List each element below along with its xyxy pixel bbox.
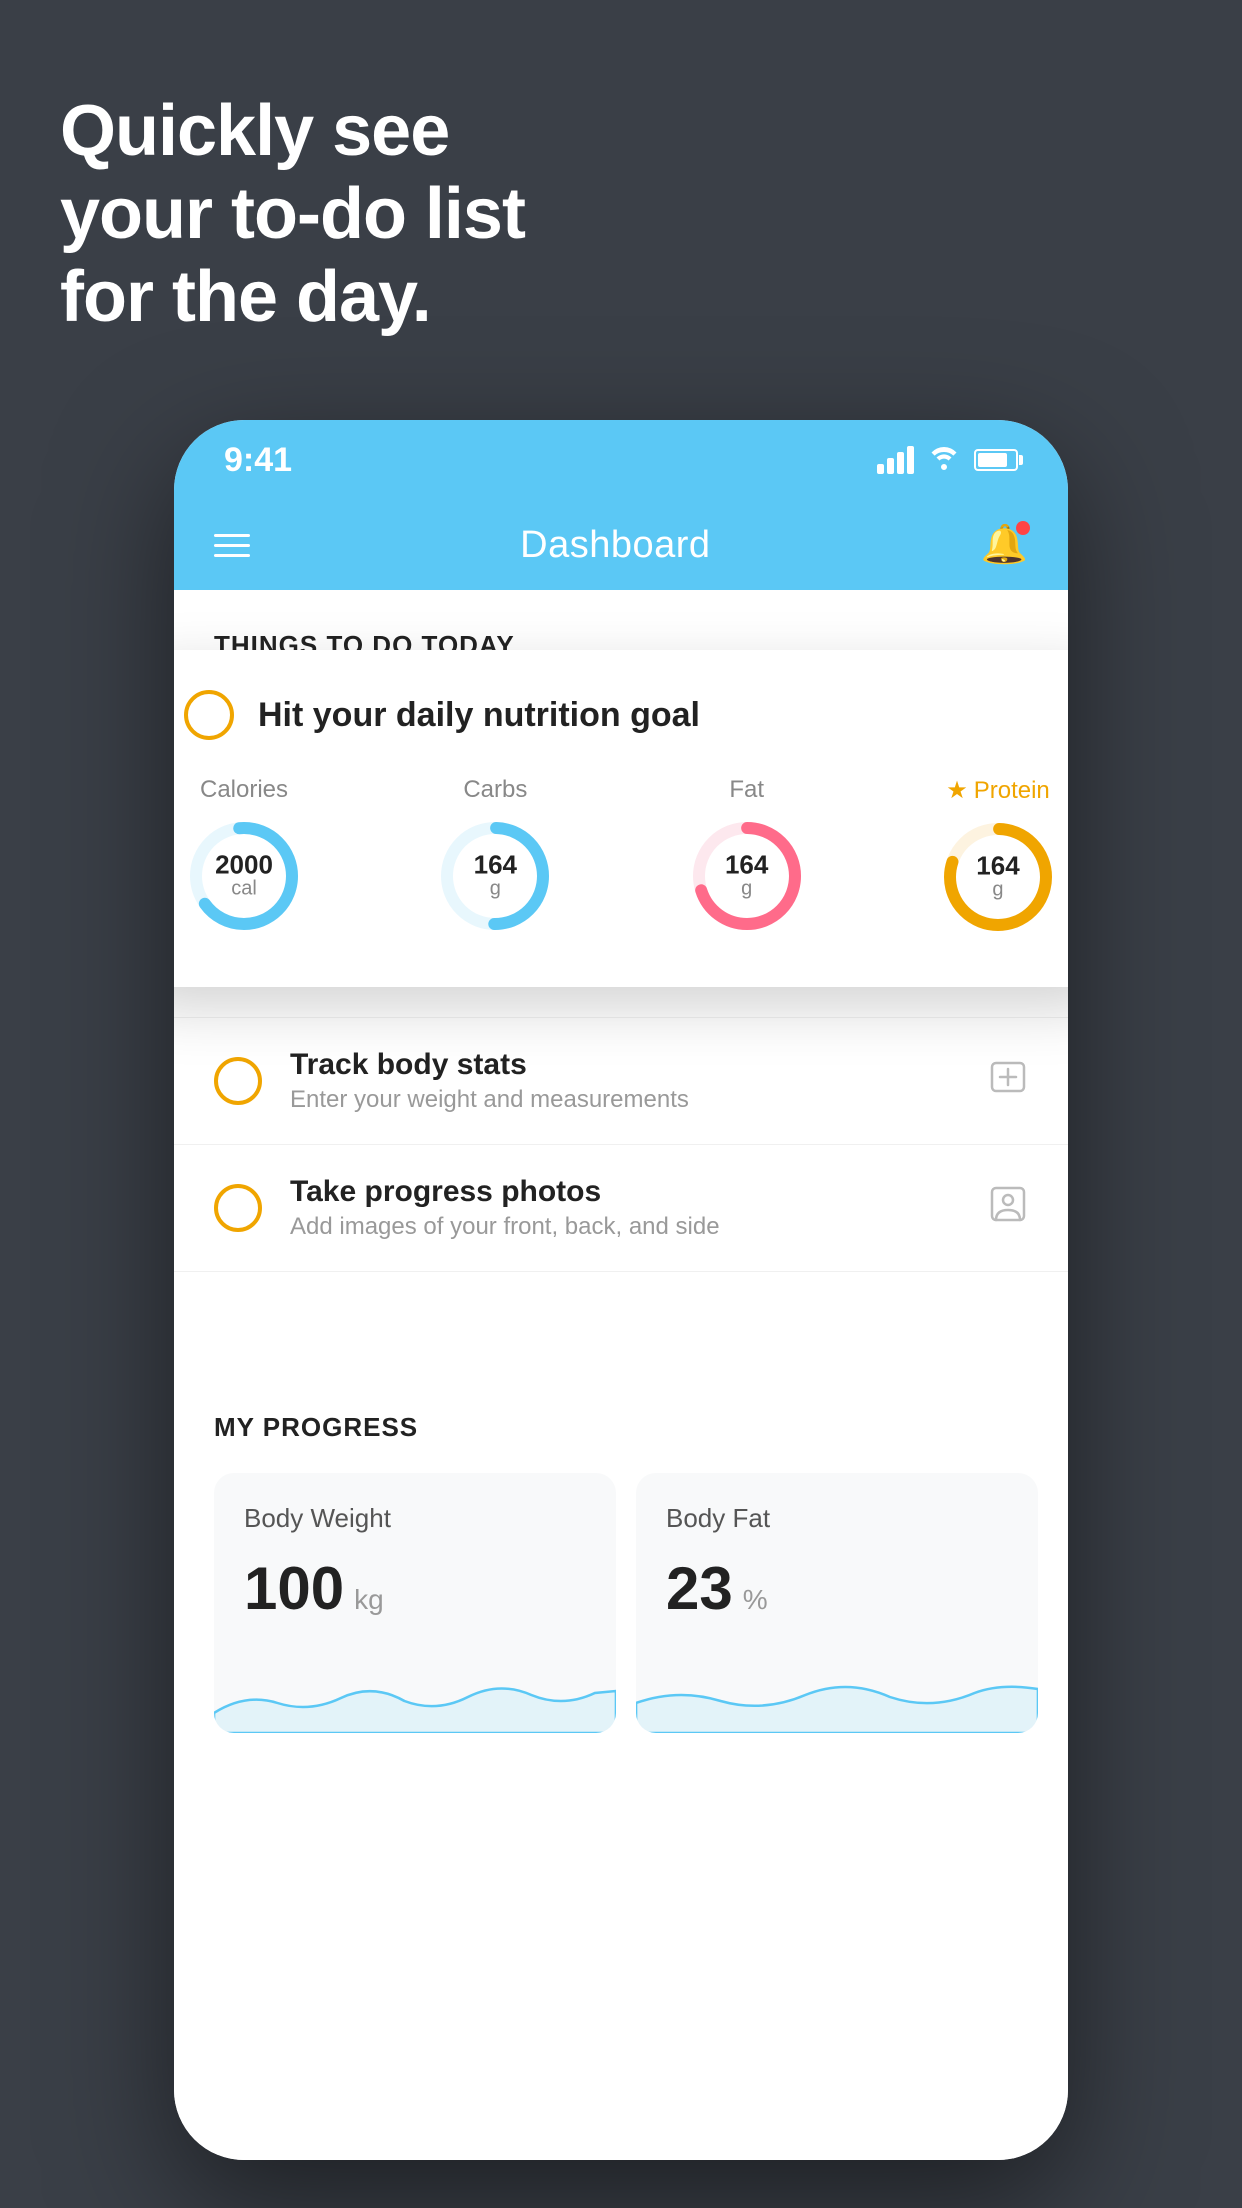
body-stats-title: Track body stats xyxy=(290,1048,960,1082)
nutrition-circles: Calories 2000 cal Carbs xyxy=(184,776,1058,937)
body-fat-value: 23 % xyxy=(666,1554,1008,1623)
photos-check-circle xyxy=(214,1184,262,1232)
nav-bar: Dashboard 🔔 xyxy=(174,500,1068,590)
nutrition-card-title: Hit your daily nutrition goal xyxy=(258,696,700,735)
calories-label: Calories xyxy=(200,776,288,804)
carbs-label: Carbs xyxy=(463,776,527,804)
todo-photos[interactable]: Take progress photos Add images of your … xyxy=(174,1145,1068,1272)
protein-unit: g xyxy=(992,879,1003,901)
calories-donut: 2000 cal xyxy=(184,816,304,936)
protein-value: 164 xyxy=(976,853,1019,879)
person-photo-icon xyxy=(988,1184,1028,1233)
nav-title: Dashboard xyxy=(520,524,710,567)
fat-value: 164 xyxy=(725,852,768,878)
fat-label: Fat xyxy=(729,776,764,804)
menu-button[interactable] xyxy=(214,534,250,557)
carbs-donut: 164 g xyxy=(435,816,555,936)
scale-icon xyxy=(988,1059,1028,1104)
calories-unit: cal xyxy=(231,878,257,900)
status-time: 9:41 xyxy=(224,441,292,480)
body-weight-chart xyxy=(214,1653,616,1733)
body-stats-subtitle: Enter your weight and measurements xyxy=(290,1086,960,1114)
body-fat-card[interactable]: Body Fat 23 % xyxy=(636,1473,1038,1733)
body-weight-number: 100 xyxy=(244,1554,344,1623)
nutrition-check-circle[interactable] xyxy=(184,690,234,740)
nutrition-card: Hit your daily nutrition goal Calories 2… xyxy=(174,650,1068,987)
battery-icon xyxy=(974,449,1018,471)
protein-donut: 164 g xyxy=(938,817,1058,937)
notification-bell-icon[interactable]: 🔔 xyxy=(981,523,1028,567)
body-fat-unit: % xyxy=(743,1584,768,1616)
carbs-value: 164 xyxy=(474,852,517,878)
nutrition-protein: ★ Protein 164 g xyxy=(938,776,1058,937)
nutrition-fat: Fat 164 g xyxy=(687,776,807,936)
notification-dot xyxy=(1016,521,1030,535)
background-headline: Quickly see your to-do list for the day. xyxy=(60,90,525,338)
star-icon: ★ xyxy=(946,776,968,805)
progress-title: MY PROGRESS xyxy=(214,1412,1038,1443)
carbs-unit: g xyxy=(490,878,501,900)
body-fat-number: 23 xyxy=(666,1554,733,1623)
status-icons xyxy=(877,444,1018,477)
wifi-icon xyxy=(928,444,960,477)
body-stats-text: Track body stats Enter your weight and m… xyxy=(290,1048,960,1114)
app-content: THINGS TO DO TODAY Hit your daily nutrit… xyxy=(174,590,1068,2160)
nutrition-card-header: Hit your daily nutrition goal xyxy=(184,690,1058,740)
body-weight-value: 100 kg xyxy=(244,1554,586,1623)
nutrition-carbs: Carbs 164 g xyxy=(435,776,555,936)
protein-label: ★ Protein xyxy=(946,776,1050,805)
body-weight-card-title: Body Weight xyxy=(244,1503,586,1534)
photos-title: Take progress photos xyxy=(290,1175,960,1209)
body-fat-chart xyxy=(636,1653,1038,1733)
progress-cards: Body Weight 100 kg Body Fat 23 xyxy=(214,1473,1038,1733)
body-fat-card-title: Body Fat xyxy=(666,1503,1008,1534)
body-stats-check-circle xyxy=(214,1057,262,1105)
photos-text: Take progress photos Add images of your … xyxy=(290,1175,960,1241)
nutrition-calories: Calories 2000 cal xyxy=(184,776,304,936)
calories-value: 2000 xyxy=(215,852,273,878)
fat-unit: g xyxy=(741,878,752,900)
progress-section: MY PROGRESS Body Weight 100 kg xyxy=(174,1372,1068,1733)
body-weight-card[interactable]: Body Weight 100 kg xyxy=(214,1473,616,1733)
todo-body-stats[interactable]: Track body stats Enter your weight and m… xyxy=(174,1018,1068,1145)
status-bar: 9:41 xyxy=(174,420,1068,500)
fat-donut: 164 g xyxy=(687,816,807,936)
signal-icon xyxy=(877,446,914,474)
body-weight-unit: kg xyxy=(354,1584,384,1616)
photos-subtitle: Add images of your front, back, and side xyxy=(290,1213,960,1241)
phone-mockup: 9:41 Dashboard 🔔 xyxy=(174,420,1068,2160)
